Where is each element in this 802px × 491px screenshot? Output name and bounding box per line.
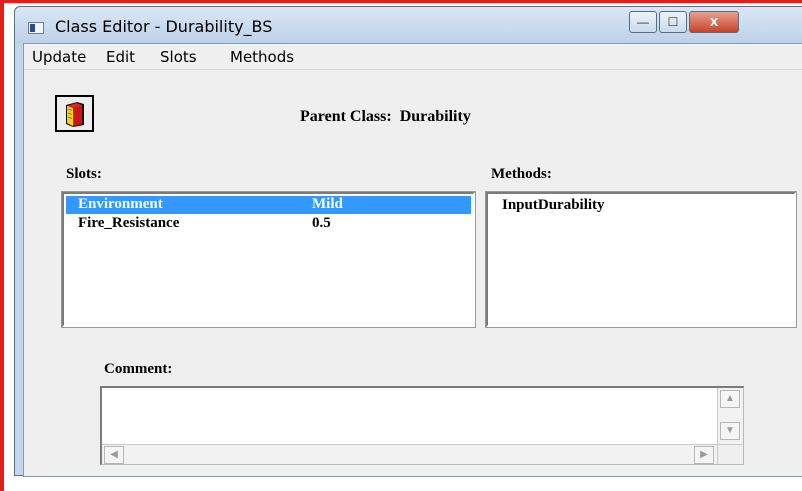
scroll-right-arrow-icon[interactable]: ▶ <box>694 446 714 464</box>
menu-methods[interactable]: Methods <box>230 48 294 66</box>
minimize-button[interactable]: — <box>629 11 657 33</box>
menu-bar: Update Edit Slots Methods <box>24 44 802 70</box>
slots-label: Slots: <box>66 166 102 182</box>
comment-horizontal-scrollbar[interactable]: ◀ ▶ <box>102 444 717 464</box>
slot-row-fire-resistance[interactable]: Fire_Resistance 0.5 <box>66 215 471 233</box>
class-editor-window: Class Editor - Durability_BS — ☐ x Updat… <box>14 6 802 477</box>
parent-class-label: Parent Class: <box>300 108 392 125</box>
maximize-button[interactable]: ☐ <box>659 11 687 33</box>
menu-edit[interactable]: Edit <box>106 48 135 66</box>
methods-label: Methods: <box>491 166 552 182</box>
slot-name: Fire_Resistance <box>78 215 180 231</box>
scroll-up-arrow-icon[interactable]: ▲ <box>720 390 740 408</box>
window-app-icon <box>28 22 44 34</box>
slot-row-environment[interactable]: Environment Mild <box>66 196 471 214</box>
menu-update[interactable]: Update <box>32 48 86 66</box>
slots-list[interactable]: Environment Mild Fire_Resistance 0.5 <box>61 191 476 328</box>
scrollbar-corner <box>717 444 743 464</box>
parent-class-value: Durability <box>399 108 471 125</box>
methods-list[interactable]: InputDurability <box>485 191 797 328</box>
method-item-inputdurability[interactable]: InputDurability <box>502 197 605 214</box>
red-border-top <box>0 0 802 3</box>
scroll-down-arrow-icon[interactable]: ▼ <box>720 422 740 440</box>
slot-value: Mild <box>312 196 343 212</box>
comment-label: Comment: <box>104 361 173 377</box>
menu-slots[interactable]: Slots <box>160 48 197 66</box>
comment-textarea[interactable]: ▲ ▼ ◀ ▶ <box>100 386 744 465</box>
slot-value: 0.5 <box>312 215 331 231</box>
scroll-left-arrow-icon[interactable]: ◀ <box>104 446 124 464</box>
book-button[interactable] <box>55 95 94 132</box>
client-area: Update Edit Slots Methods Parent Class: … <box>23 43 802 477</box>
red-book-icon <box>66 102 84 127</box>
title-bar[interactable]: Class Editor - Durability_BS — ☐ x <box>15 7 802 43</box>
parent-class-line: Parent Class: Durability <box>300 108 471 126</box>
red-border-left <box>0 0 4 491</box>
slot-name: Environment <box>78 196 163 212</box>
close-button[interactable]: x <box>689 11 739 33</box>
window-title: Class Editor - Durability_BS <box>55 17 273 36</box>
comment-vertical-scrollbar[interactable]: ▲ ▼ <box>717 388 743 444</box>
